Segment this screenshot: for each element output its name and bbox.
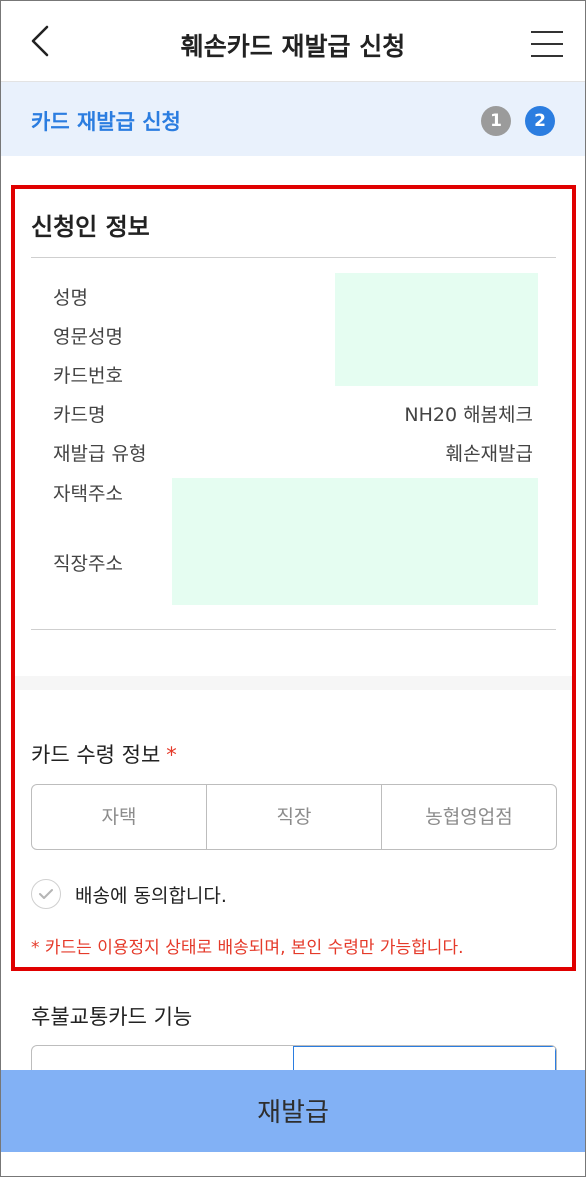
hamburger-menu-icon: [531, 31, 563, 57]
step-1-badge: 1: [481, 106, 511, 136]
label-card-number: 카드번호: [53, 365, 123, 387]
check-circle-icon: [31, 879, 61, 909]
reissue-button[interactable]: 재발급: [1, 1070, 585, 1152]
value-reissue-type: 훼손재발급: [445, 443, 533, 465]
option-work[interactable]: 직장: [207, 785, 382, 849]
receipt-info-label: 카드 수령 정보: [31, 743, 161, 767]
label-card-name: 카드명: [53, 404, 106, 426]
label-work-address: 직장주소: [53, 553, 123, 575]
step-indicator-bar: 카드 재발급 신청 1 2: [1, 82, 585, 156]
label-reissue-type: 재발급 유형: [53, 443, 147, 465]
section-gap: [15, 676, 572, 690]
receipt-method-selector: 자택 직장 농협영업점: [31, 784, 557, 850]
option-branch[interactable]: 농협영업점: [382, 785, 556, 849]
app-frame: 훼손카드 재발급 신청 카드 재발급 신청 1 2 신청인 정보 성명 영문성명…: [0, 0, 586, 1177]
delivery-agree-checkbox[interactable]: 배송에 동의합니다.: [31, 879, 227, 909]
step-title: 카드 재발급 신청: [31, 110, 181, 134]
bottom-safe-area: [1, 1152, 585, 1176]
option-home[interactable]: 자택: [32, 785, 207, 849]
menu-button[interactable]: [529, 29, 565, 59]
divider: [31, 257, 556, 258]
delivery-notice: * 카드는 이용정지 상태로 배송되며, 본인 수령만 가능합니다.: [31, 938, 464, 958]
transit-card-title: 후불교통카드 기능: [31, 1005, 193, 1029]
redacted-personal-info: [335, 273, 538, 386]
redacted-address-info: [172, 478, 538, 605]
agree-label: 배송에 동의합니다.: [75, 884, 227, 907]
step-2-badge: 2: [525, 106, 555, 136]
label-name: 성명: [53, 287, 88, 309]
required-mark: *: [166, 743, 177, 767]
label-english-name: 영문성명: [53, 326, 123, 348]
divider: [31, 629, 556, 630]
label-home-address: 자택주소: [53, 483, 123, 505]
applicant-info-title: 신청인 정보: [31, 213, 150, 241]
receipt-info-title: 카드 수령 정보 *: [31, 739, 177, 769]
top-bar: 훼손카드 재발급 신청: [1, 1, 585, 82]
value-card-name: NH20 해봄체크: [404, 404, 533, 426]
page-title: 훼손카드 재발급 신청: [180, 32, 406, 61]
